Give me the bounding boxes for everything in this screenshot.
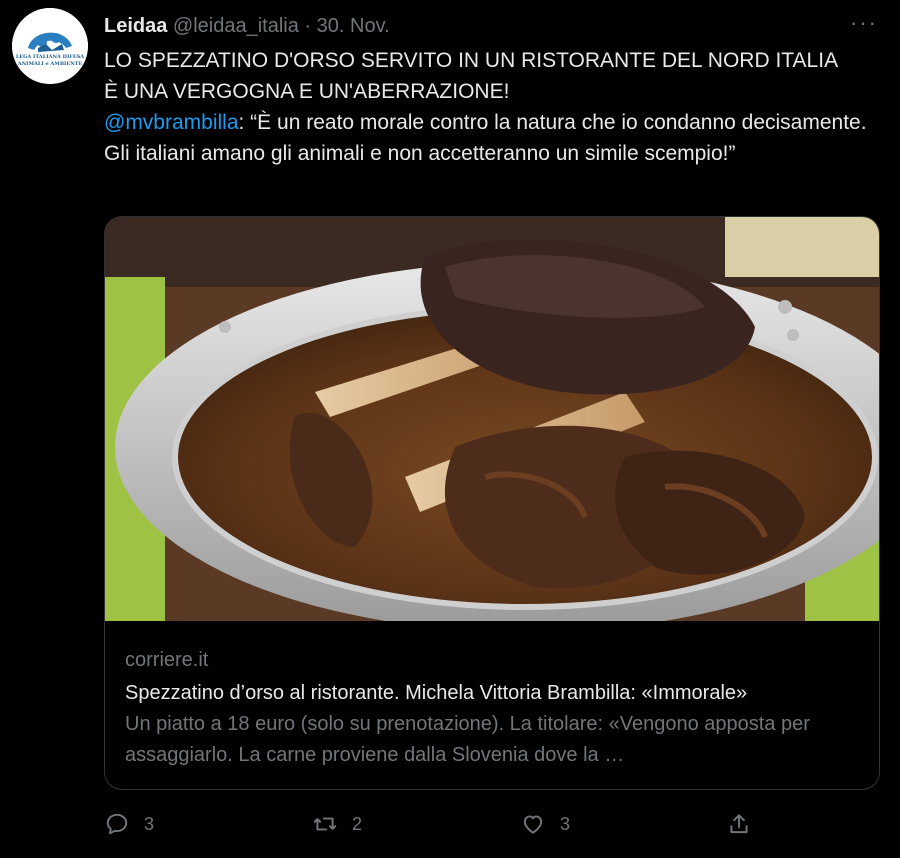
reply-count: 3 <box>144 813 155 834</box>
svg-text:LEGA ITALIANA DIFESA: LEGA ITALIANA DIFESA <box>16 54 84 60</box>
tweet-header: Leidaa @leidaa_italia · 30. Nov. <box>104 12 880 42</box>
quote-paragraph: @mvbrambilla: “È un reato morale contro … <box>104 107 874 169</box>
tweet-date[interactable]: 30. Nov. <box>317 15 390 37</box>
like-count: 3 <box>560 813 571 834</box>
tweet-text: LO SPEZZATINO D'ORSO SERVITO IN UN RISTO… <box>104 45 874 169</box>
share-button[interactable] <box>726 806 766 842</box>
card-title[interactable]: Spezzatino d’orso al ristorante. Michela… <box>125 677 865 709</box>
more-icon[interactable]: ··· <box>850 10 878 36</box>
retweet-icon <box>313 817 337 831</box>
mention-link[interactable]: @mvbrambilla <box>104 111 239 134</box>
card-image <box>105 217 879 621</box>
card-meta: corriere.it Spezzatino d’orso al ristora… <box>125 645 865 771</box>
separator: · <box>304 15 312 37</box>
avatar[interactable]: LEGA ITALIANA DIFESA ANIMALI e AMBIENTE <box>12 8 88 84</box>
like-icon <box>523 815 543 834</box>
retweet-count: 2 <box>352 813 363 834</box>
reply-button[interactable]: 3 <box>104 806 154 842</box>
card-description: Un piatto a 18 euro (solo su prenotazion… <box>125 713 810 766</box>
retweet-button[interactable]: 2 <box>312 806 362 842</box>
like-button[interactable]: 3 <box>520 806 570 842</box>
share-icon <box>730 814 748 834</box>
card-domain: corriere.it <box>125 649 209 671</box>
reply-icon <box>106 813 128 835</box>
leidaa-logo-icon: LEGA ITALIANA DIFESA ANIMALI e AMBIENTE <box>12 8 88 84</box>
headline-line-2: È UNA VERGOGNA E UN'ABERRAZIONE! <box>104 80 510 103</box>
svg-text:ANIMALI e AMBIENTE: ANIMALI e AMBIENTE <box>17 61 83 67</box>
author-handle[interactable]: @leidaa_italia <box>173 15 299 37</box>
link-card[interactable]: corriere.it Spezzatino d’orso al ristora… <box>104 216 880 790</box>
tweet-actions: 3 2 3 <box>104 806 764 842</box>
headline-line-1: LO SPEZZATINO D'ORSO SERVITO IN UN RISTO… <box>104 49 839 72</box>
author-name[interactable]: Leidaa <box>104 15 167 37</box>
